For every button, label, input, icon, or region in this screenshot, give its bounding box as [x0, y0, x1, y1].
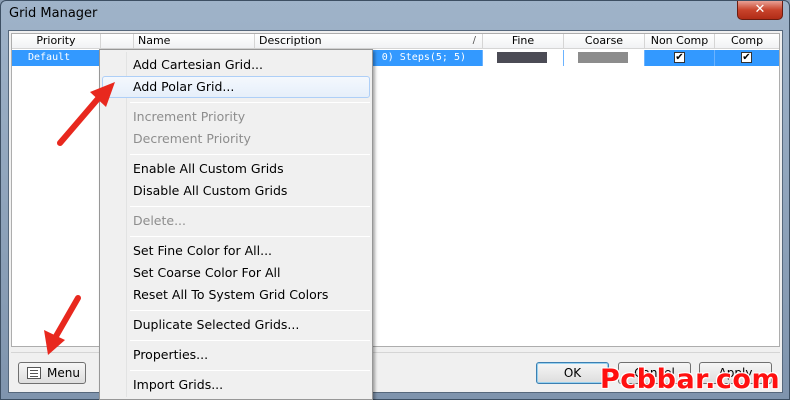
menu-item-properties[interactable]: Properties... — [102, 344, 370, 366]
menu-separator — [130, 236, 370, 237]
coarse-color-swatch[interactable] — [578, 52, 628, 63]
menu-button-label: Menu — [47, 366, 80, 380]
column-header-priority[interactable]: Priority — [12, 34, 101, 49]
annotation-arrow-icon — [44, 295, 81, 355]
menu-item-disable-all-custom-grids[interactable]: Disable All Custom Grids — [102, 180, 370, 202]
menu-separator — [130, 206, 370, 207]
sort-indicator-icon: / — [472, 35, 476, 46]
menu-item-delete: Delete... — [133, 213, 186, 228]
context-menu: Add Cartesian Grid... Add Polar Grid... … — [99, 49, 373, 400]
column-header-description[interactable]: Description / — [255, 34, 483, 49]
menu-item-import-grids[interactable]: Import Grids... — [102, 374, 370, 396]
menu-separator — [130, 370, 370, 371]
menu-item-duplicate-selected-grids[interactable]: Duplicate Selected Grids... — [102, 314, 370, 336]
menu-separator — [130, 340, 370, 341]
column-header-coarse[interactable]: Coarse — [564, 34, 645, 49]
menu-item-decrement-priority: Decrement Priority — [133, 131, 251, 146]
menu-item-add-polar-grid[interactable]: Add Polar Grid... — [102, 76, 370, 98]
annotation-arrow-icon — [57, 82, 115, 146]
watermark: Pcbbar.com — [600, 364, 781, 395]
menu-separator — [130, 154, 370, 155]
cell-comp: ✔ — [715, 50, 779, 66]
menu-item-reset-system-grid-colors[interactable]: Reset All To System Grid Colors — [102, 284, 370, 306]
cell-non-comp: ✔ — [645, 50, 715, 66]
fine-color-swatch[interactable] — [497, 52, 547, 63]
ok-button[interactable]: OK — [536, 362, 609, 384]
menu-item-set-coarse-color-for-all[interactable]: Set Coarse Color For All — [102, 262, 370, 284]
window-title: Grid Manager — [9, 6, 98, 21]
close-icon: ✕ — [754, 2, 766, 17]
menu-separator — [130, 310, 370, 311]
menu-item-add-cartesian-grid[interactable]: Add Cartesian Grid... — [102, 54, 370, 76]
table-header: Priority Name Description / Fine Coarse … — [12, 34, 779, 49]
menu-separator — [130, 102, 370, 103]
close-button[interactable]: ✕ — [737, 1, 783, 20]
non-comp-checkbox[interactable]: ✔ — [674, 52, 685, 63]
menu-button[interactable]: Menu — [18, 362, 86, 384]
comp-checkbox[interactable]: ✔ — [741, 52, 752, 63]
cell-coarse-color[interactable] — [564, 50, 645, 66]
title-bar[interactable]: Grid Manager ✕ — [1, 1, 789, 29]
column-header-non-comp[interactable]: Non Comp — [645, 34, 715, 49]
menu-item-increment-priority: Increment Priority — [133, 109, 246, 124]
menu-icon — [27, 367, 41, 379]
column-header-fine[interactable]: Fine — [483, 34, 564, 49]
menu-item-set-fine-color-for-all[interactable]: Set Fine Color for All... — [102, 240, 370, 262]
cell-priority: Default — [12, 50, 101, 66]
column-header-spacer — [101, 34, 134, 49]
cell-fine-color[interactable] — [483, 50, 564, 66]
menu-item-enable-all-custom-grids[interactable]: Enable All Custom Grids — [102, 158, 370, 180]
column-header-comp[interactable]: Comp — [715, 34, 779, 49]
description-header-label: Description — [259, 34, 322, 47]
column-header-name[interactable]: Name — [134, 34, 255, 49]
